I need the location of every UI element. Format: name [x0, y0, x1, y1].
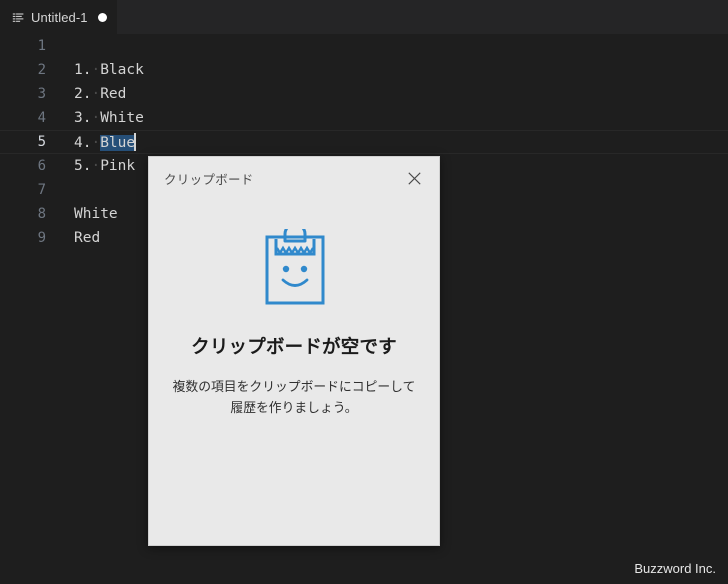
line-text: White — [100, 110, 144, 126]
whitespace-dot: · — [91, 110, 101, 126]
tab-label: Untitled-1 — [31, 9, 88, 25]
line-content[interactable]: 2.·Red — [58, 86, 728, 102]
line-content[interactable]: 4.·Blue — [58, 133, 728, 151]
line-number: 3 — [37, 86, 46, 102]
editor-line[interactable]: 3 2.·Red — [0, 82, 728, 106]
clipboard-empty-heading: クリップボードが空です — [191, 337, 397, 358]
line-text: Pink — [100, 158, 136, 174]
line-text: Red — [74, 230, 101, 246]
clipboard-panel-header: クリップボード — [149, 157, 439, 199]
line-number: 4 — [37, 110, 46, 126]
line-number: 6 — [37, 158, 46, 174]
clipboard-panel-title: クリップボード — [164, 172, 254, 187]
clipboard-empty-state: クリップボードが空です 複数の項目をクリップボードにコピーして履歴を作りましょう… — [149, 199, 439, 419]
line-number: 9 — [37, 230, 46, 246]
whitespace-dot: · — [91, 62, 101, 78]
editor-tab-bar: Untitled-1 — [0, 0, 728, 34]
tab-dirty-indicator[interactable] — [97, 12, 107, 22]
editor-line[interactable]: 4 3.·White — [0, 106, 728, 130]
list-marker: 1. — [74, 62, 92, 78]
list-marker: 3. — [74, 110, 92, 126]
tab-untitled-1[interactable]: Untitled-1 — [0, 0, 117, 34]
list-marker: 2. — [74, 86, 92, 102]
editor-line[interactable]: 2 1.·Black — [0, 58, 728, 82]
close-icon[interactable] — [401, 165, 427, 191]
line-number: 7 — [37, 182, 46, 198]
text-caret — [134, 133, 136, 151]
line-text: Black — [100, 62, 144, 78]
file-lines-icon — [12, 11, 25, 24]
app-window: Untitled-1 1 2 1.·Black 3 2.·Red 4 3.·Wh… — [0, 0, 728, 584]
clipboard-history-panel: クリップボード クリップボードが空です 複数の項目をクリップボードにコピーして履… — [148, 156, 440, 546]
line-text: White — [74, 206, 118, 222]
line-content[interactable]: 3.·White — [58, 110, 728, 126]
whitespace-dot: · — [91, 86, 101, 102]
list-marker: 4. — [74, 135, 92, 151]
whitespace-dot: · — [91, 158, 101, 174]
line-number-active: 5 — [37, 134, 46, 150]
editor-line-active[interactable]: 5 4.·Blue — [0, 130, 728, 154]
list-marker: 5. — [74, 158, 92, 174]
whitespace-dot: · — [91, 135, 101, 151]
clipboard-smiley-icon — [149, 229, 439, 305]
line-content[interactable]: 1.·Black — [58, 62, 728, 78]
clipboard-empty-description: 複数の項目をクリップボードにコピーして履歴を作りましょう。 — [172, 380, 416, 417]
line-text: Red — [100, 86, 127, 102]
watermark: Buzzword Inc. — [634, 561, 716, 576]
line-number: 1 — [37, 38, 46, 54]
line-number: 2 — [37, 62, 46, 78]
editor-line[interactable]: 1 — [0, 34, 728, 58]
line-number: 8 — [37, 206, 46, 222]
text-selection[interactable]: Blue — [100, 135, 136, 151]
